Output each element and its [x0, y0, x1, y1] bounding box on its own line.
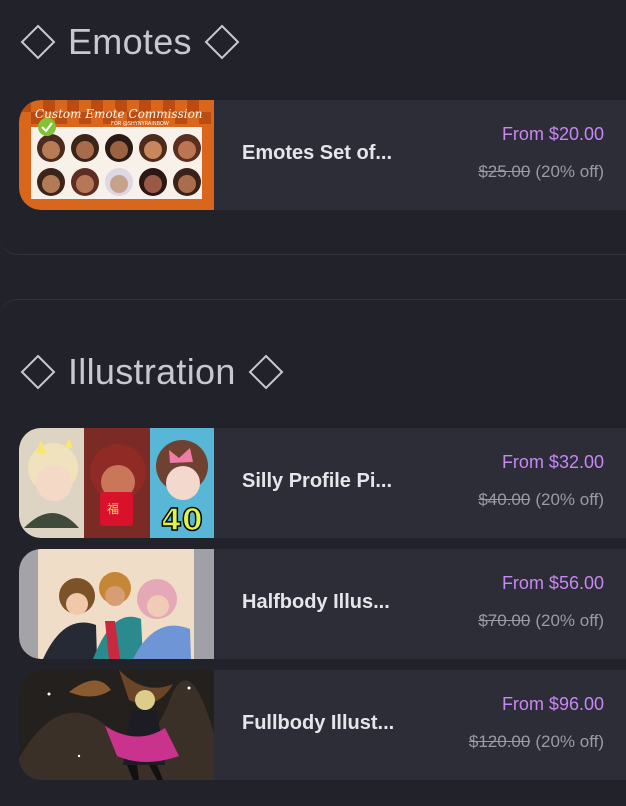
check-badge-icon	[38, 118, 56, 136]
from-price: From $20.00	[501, 124, 604, 144]
product-title[interactable]: Fullbody Illust...	[242, 712, 394, 735]
section-heading-illustration: Illustration	[20, 347, 284, 397]
price-details: $25.00 (20% off)	[478, 162, 604, 182]
product-thumbnail[interactable]	[19, 670, 214, 780]
product-card-silly-profile[interactable]: 福 40 Silly Profile Pi... From $32.00 $40…	[19, 428, 626, 538]
diamond-outline-icon	[248, 354, 284, 390]
product-thumbnail[interactable]: Custom Emote Commission FOR @SHYNYRAINBO…	[19, 100, 214, 210]
section-title: Emotes	[68, 21, 192, 62]
diamond-outline-icon	[20, 354, 56, 390]
product-card-halfbody[interactable]: Halfbody Illus... From $56.00 $70.00 (20%…	[19, 549, 626, 659]
discount-label: (20% off)	[535, 162, 604, 181]
product-thumbnail[interactable]	[19, 549, 214, 659]
original-price: $40.00	[478, 490, 531, 509]
discount-label: (20% off)	[535, 490, 604, 509]
product-title[interactable]: Emotes Set of...	[242, 142, 392, 165]
diamond-outline-icon	[204, 24, 240, 60]
price-details: $40.00 (20% off)	[478, 490, 604, 510]
svg-text:福: 福	[107, 501, 119, 516]
price-details: $120.00 (20% off)	[469, 732, 604, 752]
original-price: $120.00	[468, 732, 531, 751]
product-title[interactable]: Halfbody Illus...	[242, 591, 390, 614]
emotes-section: Emotes Custom Emote Commission FOR @SHYN…	[0, 0, 626, 255]
thumb-caption: Custom Emote Commission	[35, 107, 203, 121]
section-title: Illustration	[68, 351, 236, 392]
discount-label: (20% off)	[535, 611, 604, 630]
price-details: $70.00 (20% off)	[478, 611, 604, 631]
product-title[interactable]: Silly Profile Pi...	[242, 470, 392, 493]
product-thumbnail[interactable]: 福 40	[19, 428, 214, 538]
diamond-outline-icon	[20, 24, 56, 60]
thumb-subcaption: FOR @SHYNYRAINBOW	[111, 121, 169, 127]
from-price: From $32.00	[501, 452, 604, 472]
original-price: $70.00	[478, 611, 531, 630]
product-card-emotes-set[interactable]: Custom Emote Commission FOR @SHYNYRAINBO…	[19, 100, 626, 210]
original-price: $25.00	[478, 162, 531, 181]
section-heading-emotes: Emotes	[20, 17, 240, 67]
shop-page: Emotes Custom Emote Commission FOR @SHYN…	[0, 0, 626, 806]
illustration-section: Illustration 福 40 Silly Profile Pi... Fr…	[0, 299, 626, 806]
product-card-fullbody[interactable]: Fullbody Illust... From $96.00 $120.00 (2…	[19, 670, 626, 780]
from-price: From $56.00	[501, 573, 604, 593]
discount-label: (20% off)	[535, 732, 604, 751]
thumb-text: 40	[161, 503, 203, 538]
from-price: From $96.00	[501, 694, 604, 714]
